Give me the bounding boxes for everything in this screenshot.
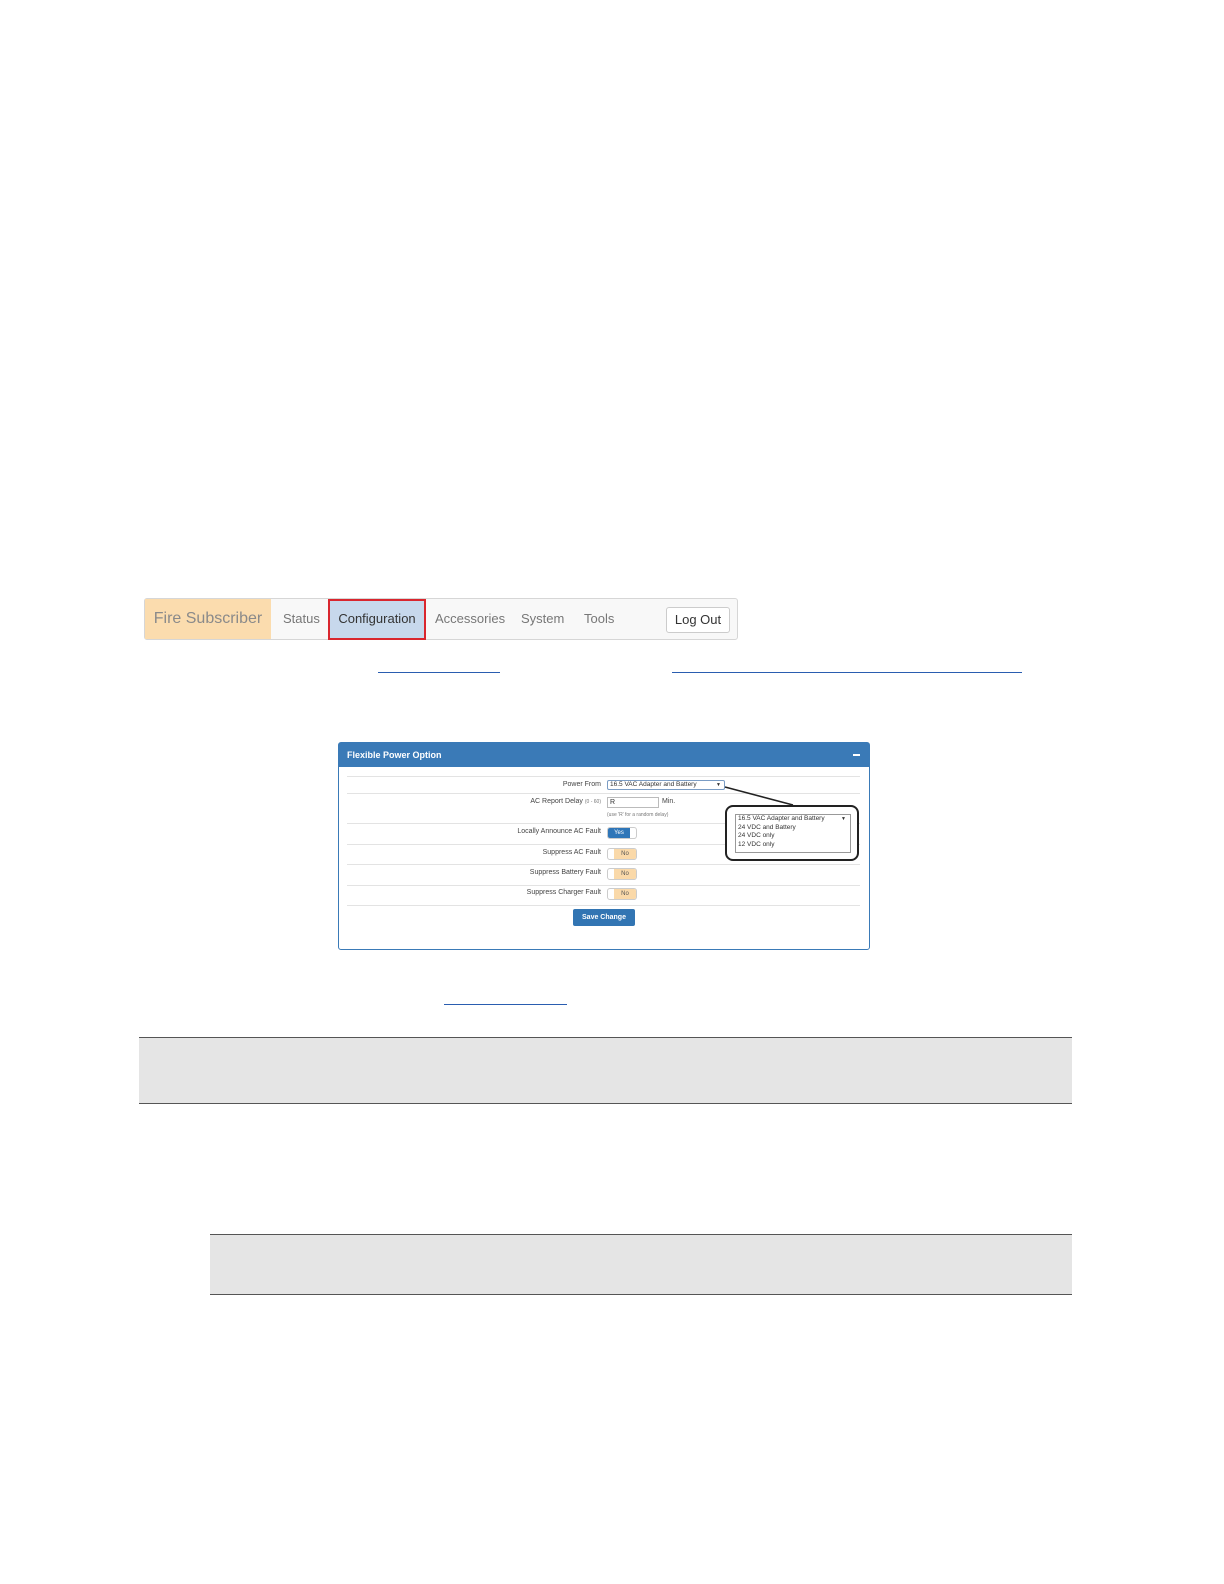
note-box xyxy=(210,1234,1072,1295)
power-panel: Flexible Power Option Power From 16.5 VA… xyxy=(338,742,870,950)
navbar: Fire Subscriber Status Configuration Acc… xyxy=(144,598,738,640)
row-label: Suppress Battery Fault xyxy=(529,869,601,876)
nav-status[interactable]: Status xyxy=(283,599,320,639)
panel-title: Flexible Power Option xyxy=(347,750,442,760)
logout-button[interactable]: Log Out xyxy=(666,607,730,633)
ac-delay-input[interactable]: R xyxy=(607,797,659,808)
locally-announce-toggle[interactable]: Yes xyxy=(607,827,637,839)
power-from-value: 16.5 VAC Adapter and Battery xyxy=(610,781,697,788)
row-divider xyxy=(347,905,860,906)
panel-header: Flexible Power Option xyxy=(339,743,869,767)
note-box xyxy=(139,1037,1072,1104)
dropdown-callout: 16.5 VAC Adapter and Battery 24 VDC and … xyxy=(725,805,859,861)
toggle-value: No xyxy=(614,849,636,859)
link-underline[interactable] xyxy=(444,1004,567,1005)
dropdown-option[interactable]: 12 VDC only xyxy=(738,841,850,850)
dropdown-option[interactable]: 24 VDC and Battery xyxy=(738,824,850,833)
row-divider xyxy=(347,776,860,777)
suppress-battery-toggle[interactable]: No xyxy=(607,868,637,880)
save-change-button[interactable]: Save Change xyxy=(573,909,635,926)
row-divider xyxy=(347,864,860,865)
ac-delay-label: AC Report Delay (0 - 60) xyxy=(530,798,601,805)
ac-delay-range: (0 - 60) xyxy=(584,799,601,805)
dropdown-option[interactable]: 24 VDC only xyxy=(738,832,850,841)
caret-down-icon: ▼ xyxy=(716,782,721,788)
row-label: Suppress AC Fault xyxy=(542,849,601,856)
toggle-value: No xyxy=(614,889,636,899)
toggle-value: Yes xyxy=(608,828,630,838)
power-from-select[interactable]: 16.5 VAC Adapter and Battery ▼ xyxy=(607,780,725,790)
nav-system[interactable]: System xyxy=(521,599,564,639)
nav-tools[interactable]: Tools xyxy=(584,599,614,639)
brand[interactable]: Fire Subscriber xyxy=(145,599,271,639)
link-underline[interactable] xyxy=(378,672,500,673)
toggle-value: No xyxy=(614,869,636,879)
dropdown-options-list: 16.5 VAC Adapter and Battery 24 VDC and … xyxy=(735,814,851,853)
row-divider xyxy=(347,885,860,886)
link-underline[interactable] xyxy=(672,672,1022,673)
nav-accessories[interactable]: Accessories xyxy=(435,599,505,639)
row-label: Suppress Charger Fault xyxy=(526,889,601,896)
callout-connector xyxy=(724,786,794,806)
dropdown-option[interactable]: 16.5 VAC Adapter and Battery xyxy=(738,815,850,824)
ac-delay-text: AC Report Delay xyxy=(530,798,583,805)
collapse-icon[interactable] xyxy=(853,754,860,756)
row-label: Locally Announce AC Fault xyxy=(517,828,601,835)
caret-down-icon: ▼ xyxy=(841,816,846,822)
ac-delay-hint: (use 'R' for a random delay) xyxy=(607,812,669,818)
suppress-charger-toggle[interactable]: No xyxy=(607,888,637,900)
highlight-box xyxy=(328,599,426,640)
power-from-label: Power From xyxy=(562,781,601,788)
ac-delay-unit: Min. xyxy=(662,798,676,805)
suppress-ac-toggle[interactable]: No xyxy=(607,848,637,860)
